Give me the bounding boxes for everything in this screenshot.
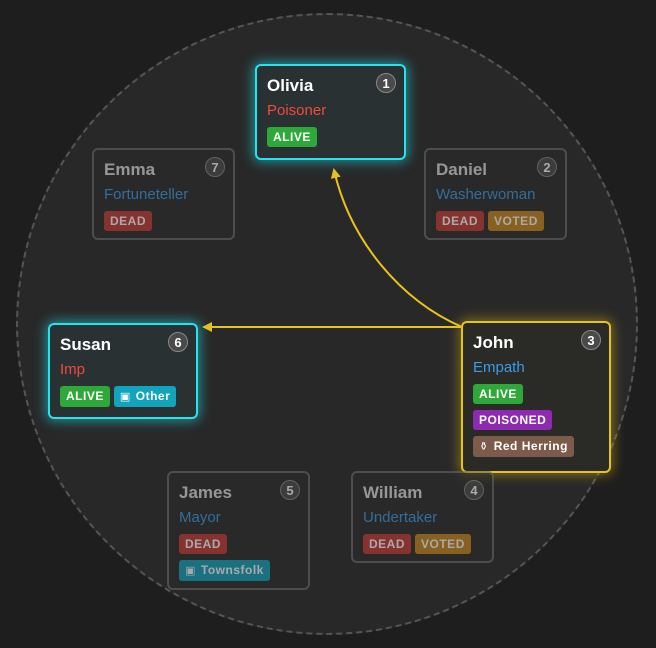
player-role: Poisoner bbox=[267, 102, 327, 119]
potion-icon: ⚱ bbox=[479, 441, 489, 453]
reminder-token-other[interactable]: ▣ Other bbox=[113, 386, 177, 407]
player-card-james[interactable]: James 5 Mayor DEAD ▣ Townsfolk bbox=[167, 471, 310, 590]
reminder-token-townsfolk[interactable]: ▣ Townsfolk bbox=[179, 560, 270, 581]
seat-number: 3 bbox=[581, 330, 601, 350]
player-role: Mayor bbox=[179, 509, 221, 526]
status-badge-dead: DEAD bbox=[179, 534, 228, 554]
status-badge-poisoned: POISONED bbox=[473, 410, 553, 430]
seat-number: 6 bbox=[168, 332, 188, 352]
reminder-token-red-herring[interactable]: ⚱ Red Herring bbox=[473, 436, 574, 457]
seat-number: 2 bbox=[537, 157, 557, 177]
player-name: Olivia bbox=[267, 76, 314, 95]
seat-number: 1 bbox=[376, 73, 396, 93]
player-role: Empath bbox=[473, 359, 525, 376]
player-role: Imp bbox=[60, 361, 86, 378]
player-card-olivia[interactable]: Olivia 1 Poisoner ALIVE bbox=[255, 64, 406, 160]
status-badge-dead: DEAD bbox=[436, 211, 485, 231]
player-role: Washerwoman bbox=[436, 186, 536, 203]
player-name: Susan bbox=[60, 335, 112, 354]
status-badge-alive: ALIVE bbox=[267, 127, 317, 147]
status-badge-voted: VOTED bbox=[488, 211, 544, 231]
seat-number: 4 bbox=[464, 480, 484, 500]
player-card-daniel[interactable]: Daniel 2 Washerwoman DEAD VOTED bbox=[424, 148, 567, 240]
seat-number: 5 bbox=[280, 480, 300, 500]
reminder-label: Other bbox=[135, 389, 171, 403]
player-role: Undertaker bbox=[363, 509, 438, 526]
status-badge-voted: VOTED bbox=[415, 534, 471, 554]
treasure-chest-icon: ▣ bbox=[119, 391, 131, 403]
status-badge-dead: DEAD bbox=[363, 534, 412, 554]
status-badge-dead: DEAD bbox=[104, 211, 153, 231]
treasure-chest-icon: ▣ bbox=[185, 565, 196, 577]
player-card-susan[interactable]: Susan 6 Imp ALIVE ▣ Other bbox=[48, 323, 198, 419]
player-name: John bbox=[473, 333, 514, 352]
reminder-label: Red Herring bbox=[493, 439, 568, 453]
player-card-emma[interactable]: Emma 7 Fortuneteller DEAD bbox=[92, 148, 235, 240]
player-role: Fortuneteller bbox=[104, 186, 189, 203]
player-card-william[interactable]: William 4 Undertaker DEAD VOTED bbox=[351, 471, 494, 563]
status-badge-alive: ALIVE bbox=[473, 384, 523, 404]
seat-number: 7 bbox=[205, 157, 225, 177]
player-card-john[interactable]: John 3 Empath ALIVE POISONED ⚱ Red Herrin… bbox=[461, 321, 611, 473]
status-badge-alive: ALIVE bbox=[60, 386, 110, 407]
reminder-label: Townsfolk bbox=[200, 563, 264, 577]
